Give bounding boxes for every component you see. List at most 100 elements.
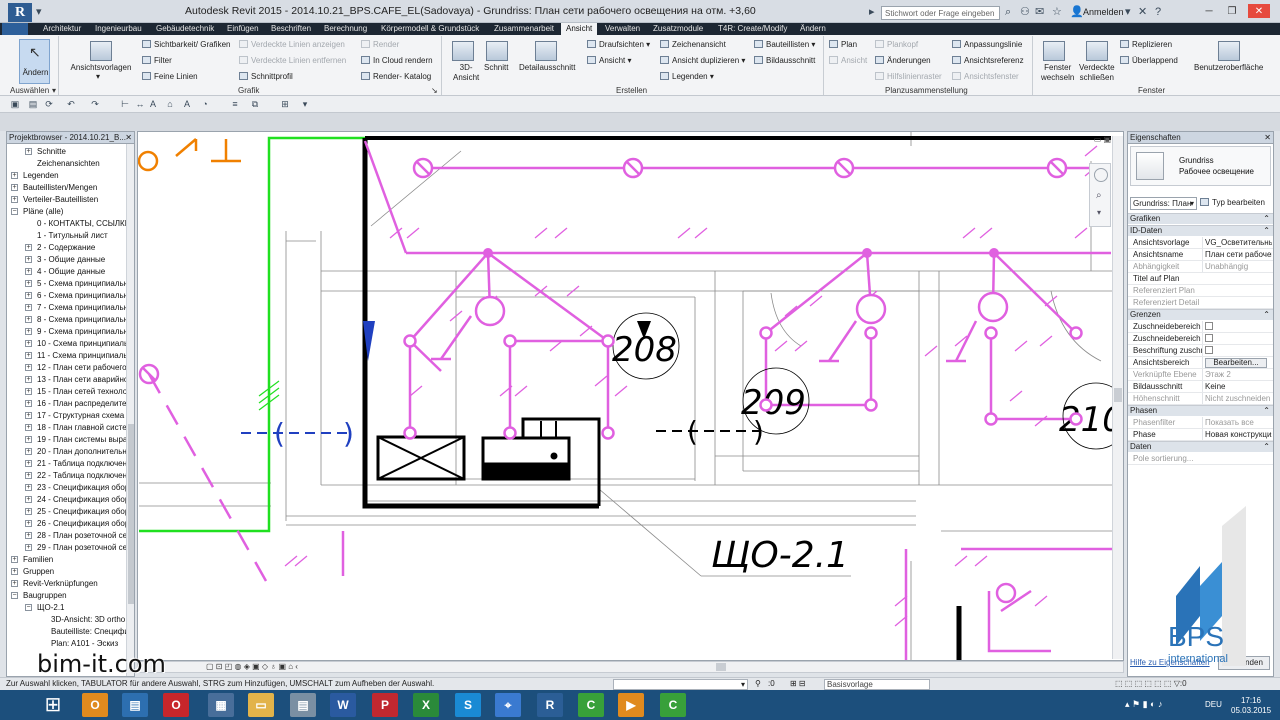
property-row[interactable]: Ansichtsbereich Bearbeiten... (1128, 357, 1273, 369)
app-menu-dropdown-icon[interactable]: ▾ (36, 6, 42, 18)
matchline-button[interactable]: Anpassungslinie (952, 40, 1022, 50)
tree-item[interactable]: + Revit-Verknüpfungen (11, 578, 98, 590)
hatch-tick[interactable] (1084, 145, 1098, 157)
tree-item[interactable]: +6 - Схема принципиальная (25, 290, 134, 302)
expand-toggle-icon[interactable]: + (25, 244, 32, 251)
expand-toggle-icon[interactable]: + (11, 196, 18, 203)
tree-item[interactable]: +8 - Схема принципиальная (25, 314, 134, 326)
login-button[interactable]: Anmelden (1083, 7, 1124, 17)
elevation-button[interactable]: Ansicht ▾ (587, 56, 631, 66)
minimize-button[interactable]: ─ (1202, 4, 1216, 18)
checkbox-icon[interactable] (1205, 346, 1213, 354)
expand-toggle-icon[interactable]: + (25, 412, 32, 419)
hatch-tick[interactable] (774, 340, 788, 352)
favorites-icon[interactable]: ☆ (1052, 6, 1062, 18)
property-row[interactable]: Ansichtsname План сети рабочего (1128, 249, 1273, 261)
property-row[interactable]: Zuschneidebereich (1128, 321, 1273, 333)
tab-berechnung[interactable]: Berechnung (324, 24, 367, 33)
outlook-icon[interactable]: O (82, 693, 108, 717)
tree-item[interactable]: +12 - План сети рабочего (25, 362, 127, 374)
app-icon[interactable]: ▦ (208, 693, 234, 717)
camtasia-recorder-icon[interactable]: C (660, 693, 686, 717)
tab-beschriften[interactable]: Beschriften (271, 24, 311, 33)
tree-item[interactable]: +20 - План дополнительной (25, 446, 134, 458)
thin-lines-qat-icon[interactable]: ≡ (230, 99, 240, 109)
expand-toggle-icon[interactable]: + (25, 508, 32, 515)
folder-icon[interactable]: ▭ (248, 693, 274, 717)
scope-box-button[interactable]: Bildausschnitt (754, 56, 815, 66)
section-button[interactable]: Schnitt (484, 63, 508, 73)
expand-toggle-icon[interactable]: + (25, 520, 32, 527)
expand-toggle-icon[interactable]: − (11, 592, 18, 599)
expand-toggle-icon[interactable] (25, 160, 32, 167)
input-language[interactable]: DEU (1205, 700, 1222, 709)
tag-icon[interactable]: A (148, 99, 158, 109)
skype-icon[interactable]: S (455, 693, 481, 717)
switch-windows-icon[interactable] (1043, 41, 1065, 61)
view-control-icons[interactable]: ▢ ⊡ ◰ ◍ ◈ ▣ ◇ ♁ ▣ ⌂ ‹ (206, 662, 298, 671)
edit-view-range-button[interactable]: Bearbeiten... (1202, 357, 1272, 368)
user-interface-icon[interactable] (1218, 41, 1240, 61)
property-category[interactable]: Phasen ⌃ (1128, 405, 1273, 416)
exchange-apps-icon[interactable]: ✕ (1138, 6, 1147, 18)
tree-item[interactable]: + Bauteillisten/Mengen (11, 182, 97, 194)
property-category[interactable]: Grenzen ⌃ (1128, 309, 1273, 320)
hatch-tick[interactable] (974, 555, 988, 567)
luminaire-node[interactable] (984, 326, 998, 340)
property-value[interactable]: Этаж 2 (1202, 369, 1272, 380)
luminaire-node[interactable] (759, 398, 773, 412)
replicate-button[interactable]: Replizieren (1120, 40, 1172, 50)
luminaire-node[interactable] (1069, 326, 1083, 340)
revisions-button[interactable]: Änderungen (875, 56, 931, 66)
luminaire-node[interactable] (984, 412, 998, 426)
customize-qat-icon[interactable]: ▾ (300, 99, 310, 109)
tree-item[interactable]: Bauteilliste: Спецификация (39, 626, 134, 638)
tab-koerpermodell[interactable]: Körpermodell & Grundstück (381, 24, 479, 33)
expand-toggle-icon[interactable]: + (25, 364, 32, 371)
schedules-button[interactable]: Bauteillisten ▾ (754, 40, 815, 50)
property-value[interactable]: Показать все (1202, 417, 1272, 428)
maximize-button[interactable]: ❐ (1225, 4, 1239, 18)
explorer-icon[interactable]: ▤ (122, 693, 148, 717)
property-checkbox[interactable] (1202, 321, 1272, 332)
tree-item[interactable]: 0 - КОНТАКТЫ, ССЫЛКИ (25, 218, 130, 230)
select-dropdown-icon[interactable]: ▾ (52, 86, 56, 95)
tree-item[interactable]: +17 - Структурная схема (25, 410, 124, 422)
selection-filter-icons[interactable]: ⬚ ⬚ ⬚ ⬚ ⬚ ⬚ ▽:0 (1115, 679, 1187, 688)
tree-item[interactable]: + Gruppen (11, 566, 54, 578)
tree-item[interactable]: +7 - Схема принципиальная (25, 302, 134, 314)
floor-plan-drawing[interactable]: ( ) ( ) 208 209 210 ЩО-2.1 (138, 132, 1124, 661)
expand-toggle-icon[interactable]: + (25, 436, 32, 443)
property-value[interactable]: План сети рабочего (1202, 249, 1272, 260)
hatch-tick[interactable] (409, 385, 423, 397)
modify-button[interactable]: ↖ Ändern (19, 39, 50, 84)
user-icon[interactable]: 👤 (1070, 6, 1084, 18)
drafting-view-button[interactable]: Zeichenansicht (660, 40, 726, 50)
thin-lines-button[interactable]: Feine Linien (142, 72, 198, 82)
wall-light-fixture[interactable] (412, 157, 434, 179)
expand-toggle-icon[interactable]: + (25, 292, 32, 299)
hatch-tick[interactable] (979, 227, 993, 239)
visibility-graphics-button[interactable]: Sichtbarkeit/ Grafiken (142, 40, 230, 50)
hatch-tick[interactable] (534, 227, 548, 239)
render-in-cloud-button[interactable]: In Cloud rendern (361, 56, 433, 66)
switch-windows-qat-icon[interactable]: ⊞ (280, 99, 290, 109)
tree-item[interactable]: − ЩО-2.1 (25, 602, 65, 614)
tree-item[interactable]: +24 - Спецификация оборудования (25, 494, 134, 506)
select-panel-label[interactable]: Auswählen (10, 86, 49, 95)
hatch-tick[interactable] (514, 385, 528, 397)
expand-toggle-icon[interactable]: + (25, 316, 32, 323)
redo-icon[interactable]: ↷ (90, 99, 100, 109)
tree-item[interactable]: +5 - Схема принципиальная (25, 278, 134, 290)
tree-item[interactable]: + Verteiler-Bauteillisten (11, 194, 98, 206)
binoculars-icon[interactable]: ⌕ (1005, 6, 1011, 18)
tree-item[interactable]: +13 - План сети аварийного (25, 374, 134, 386)
expand-toggle-icon[interactable]: + (25, 532, 32, 539)
tree-item[interactable]: +2 - Содержание (25, 242, 95, 254)
close-button[interactable]: ✕ (1248, 4, 1270, 18)
hatch-tick[interactable] (549, 340, 563, 352)
luminaire-node[interactable] (864, 326, 878, 340)
expand-toggle-icon[interactable]: + (25, 484, 32, 491)
wall-light-fixture[interactable] (1046, 157, 1068, 179)
close-icon[interactable]: ✕ (1264, 132, 1271, 143)
